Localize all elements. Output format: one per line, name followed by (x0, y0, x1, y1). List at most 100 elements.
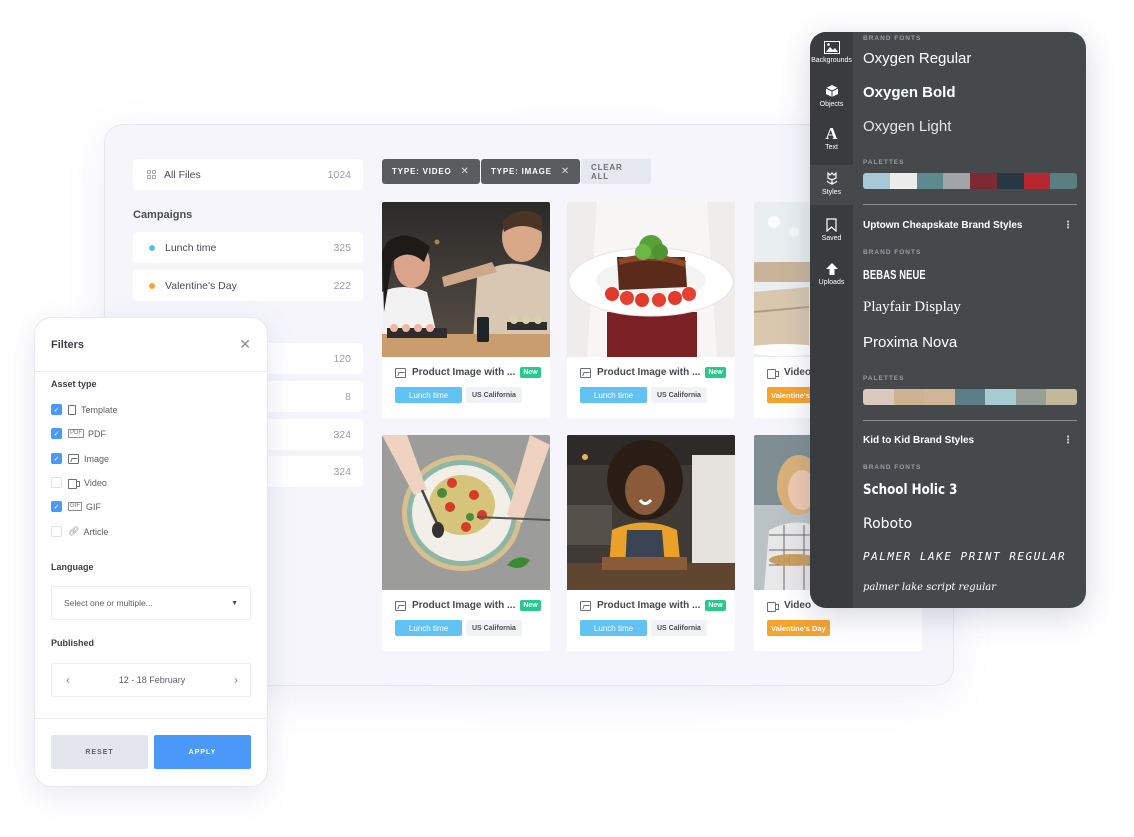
palette-swatch[interactable] (970, 173, 997, 189)
palette-swatch[interactable] (943, 173, 970, 189)
checkbox-checked[interactable]: ✓ (51, 428, 62, 439)
asset-card[interactable]: Product Image with ... New Lunch time US… (567, 202, 735, 418)
brand-fonts-label: BRAND FONTS (863, 249, 922, 256)
palette-swatch[interactable] (893, 389, 925, 405)
checkbox-checked[interactable]: ✓ (51, 501, 62, 512)
rail-item-uploads[interactable]: Uploads (810, 260, 853, 294)
asset-type-article-checkbox[interactable]: 🔗︎ Article (51, 526, 108, 537)
sidebar-item-valentines-day[interactable]: Valentine's Day 222 (133, 270, 363, 301)
campaign-tag[interactable]: Valentine's Day (767, 620, 830, 636)
image-icon (395, 600, 406, 611)
font-sample[interactable]: School Holic 3 (863, 482, 957, 498)
more-options-icon[interactable]: ⋮ (1063, 435, 1077, 446)
rail-item-label: Backgrounds (811, 57, 852, 64)
asset-card[interactable]: Product Image with ... New Lunch time US… (567, 435, 735, 651)
divider (863, 204, 1077, 205)
asset-type-image-checkbox[interactable]: ✓ Image (51, 453, 109, 464)
palette-swatch[interactable] (1050, 173, 1077, 189)
location-tag[interactable]: US California (651, 620, 707, 636)
palette-swatch[interactable] (985, 389, 1016, 405)
font-sample[interactable]: Roboto (863, 516, 912, 532)
chip-label: TYPE: VIDEO (392, 167, 452, 176)
palette-swatch[interactable] (1046, 389, 1077, 405)
palette-swatch[interactable] (1023, 173, 1051, 189)
color-palette[interactable] (863, 389, 1077, 405)
rail-item-text[interactable]: A Text (810, 125, 853, 161)
palette-swatch[interactable] (954, 389, 986, 405)
asset-card[interactable]: Product Image with ... New Lunch time US… (382, 202, 550, 418)
sidebar-item-count: 324 (333, 465, 351, 478)
campaign-tag[interactable]: Lunch time (395, 387, 462, 403)
card-title: Product Image with ... (412, 367, 516, 378)
image-icon (395, 367, 406, 378)
font-sample[interactable]: PALMER LAKE PRINT REGULAR (863, 550, 1066, 563)
campaign-tag[interactable]: Lunch time (395, 620, 462, 636)
close-icon[interactable]: ✕ (239, 336, 251, 353)
font-sample[interactable]: Oxygen Regular (863, 50, 971, 67)
rail-item-label: Objects (819, 101, 844, 108)
chevron-right-icon[interactable]: › (234, 673, 238, 687)
font-sample[interactable]: palmer lake script regular (863, 582, 996, 593)
campaign-tag[interactable]: Lunch time (580, 620, 647, 636)
rail-item-label: Styles (821, 189, 842, 196)
sidebar-item-count: 324 (333, 428, 351, 441)
font-sample[interactable]: BEBAS NEUE (863, 267, 926, 282)
palette-swatch[interactable] (916, 173, 944, 189)
card-title: Video (784, 367, 812, 378)
location-tag[interactable]: US California (466, 387, 522, 403)
font-sample[interactable]: Oxygen Bold (863, 84, 956, 101)
apply-button[interactable]: APPLY (154, 735, 251, 769)
palette-swatch[interactable] (863, 389, 894, 405)
asset-type-template-checkbox[interactable]: ✓ Template (51, 404, 118, 415)
color-palette[interactable] (863, 173, 1077, 189)
location-tag[interactable]: US California (466, 620, 522, 636)
font-sample[interactable]: Oxygen Light (863, 118, 951, 135)
sidebar-item-lunch-time[interactable]: Lunch time 325 (133, 232, 363, 263)
close-icon[interactable]: ✕ (460, 166, 469, 177)
reset-button[interactable]: RESET (51, 735, 148, 769)
rail-item-objects[interactable]: Objects (810, 82, 853, 116)
asset-type-pdf-checkbox[interactable]: ✓ PDF PDF (51, 428, 106, 439)
font-sample[interactable]: Proxima Nova (863, 334, 957, 351)
campaigns-heading: Campaigns (133, 209, 193, 221)
rail-item-saved[interactable]: Saved (810, 216, 853, 250)
divider (863, 420, 1077, 421)
rail-item-label: Text (825, 144, 838, 151)
campaign-tag[interactable]: Lunch time (580, 387, 647, 403)
filter-chip-type-video[interactable]: TYPE: VIDEO ✕ (382, 159, 480, 184)
rail-item-styles[interactable]: Styles (810, 165, 853, 205)
asset-card[interactable]: Product Image with ... New Lunch time US… (382, 435, 550, 651)
image-icon (580, 600, 591, 611)
palette-swatch[interactable] (996, 173, 1024, 189)
brand-kit-name: Kid to Kid Brand Styles (863, 435, 975, 446)
more-options-icon[interactable]: ⋮ (1063, 220, 1077, 231)
clear-all-button[interactable]: CLEAR ALL (581, 159, 651, 184)
checkbox-checked[interactable]: ✓ (51, 404, 62, 415)
sidebar-item-all-files[interactable]: All Files 1024 (133, 159, 363, 190)
chip-label: TYPE: IMAGE (491, 167, 552, 176)
image-icon (823, 38, 840, 56)
language-select[interactable]: Select one or multiple... ▼ (51, 586, 251, 620)
brand-kit-title: Kid to Kid Brand Styles ⋮ (863, 435, 1077, 446)
text-icon: A (825, 124, 838, 143)
rail-item-backgrounds[interactable]: Backgrounds (810, 38, 853, 72)
filter-chip-type-image[interactable]: TYPE: IMAGE ✕ (481, 159, 580, 184)
asset-type-video-checkbox[interactable]: Video (51, 477, 107, 489)
palette-swatch[interactable] (863, 173, 890, 189)
photo-pasta-plate-overhead (382, 435, 550, 590)
close-icon[interactable]: ✕ (561, 166, 570, 177)
asset-type-gif-checkbox[interactable]: ✓ GIF GIF (51, 501, 101, 512)
location-tag[interactable]: US California (651, 387, 707, 403)
font-sample[interactable]: Playfair Display (863, 299, 961, 316)
sidebar-item-count: 120 (333, 352, 351, 365)
palette-swatch[interactable] (924, 389, 955, 405)
new-badge: New (705, 367, 726, 378)
checkbox-unchecked[interactable] (51, 477, 62, 488)
brand-kit-name: Uptown Cheapskate Brand Styles (863, 220, 1023, 231)
card-title-row: Product Image with ... New (395, 600, 542, 611)
checkbox-unchecked[interactable] (51, 526, 62, 537)
palette-swatch[interactable] (1015, 389, 1047, 405)
grid-icon (147, 170, 156, 179)
checkbox-checked[interactable]: ✓ (51, 453, 62, 464)
palette-swatch[interactable] (889, 173, 917, 189)
